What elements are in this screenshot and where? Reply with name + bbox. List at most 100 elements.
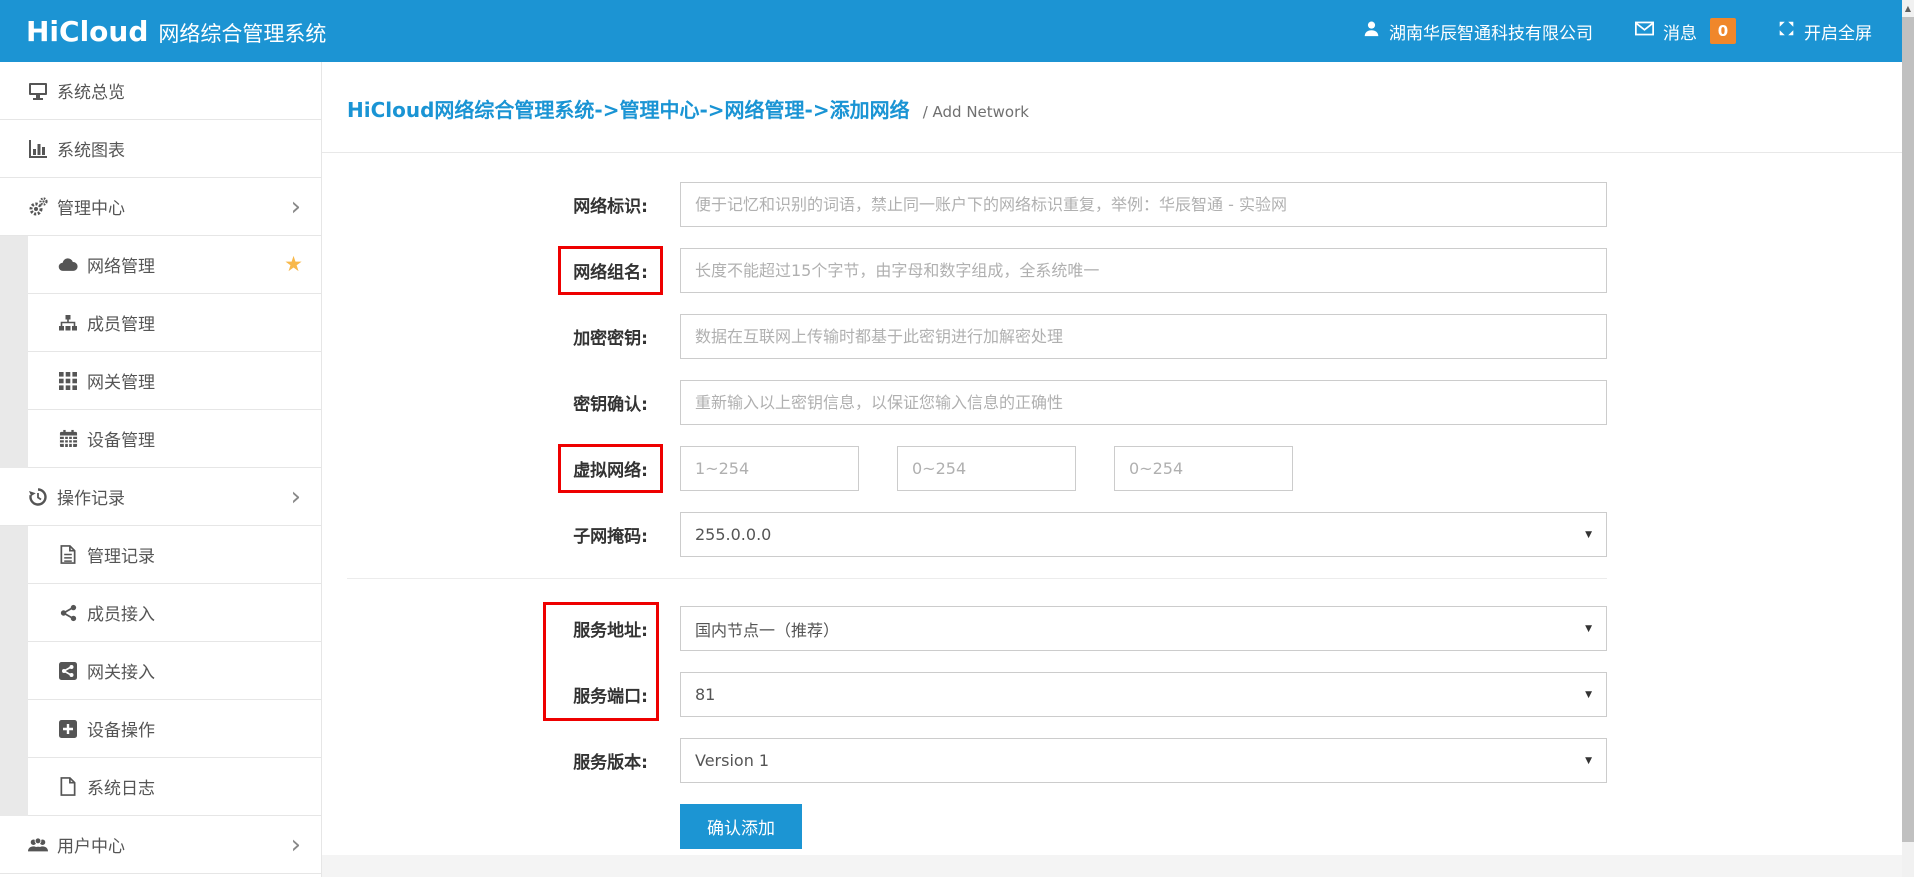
cloud-icon bbox=[58, 255, 78, 275]
share-icon bbox=[58, 603, 78, 623]
chevron-down-icon: ▼ bbox=[1585, 690, 1592, 700]
sidebar-item-label: 网关管理 bbox=[87, 368, 155, 393]
service-port-value: 81 bbox=[695, 685, 715, 704]
app-logo: HiCloud 网络综合管理系统 bbox=[0, 15, 326, 48]
service-port-select[interactable]: 81 ▼ bbox=[680, 672, 1607, 717]
form-row-network-group-name: 网络组名: bbox=[347, 248, 1902, 293]
sidebar-item-member-access[interactable]: 成员接入 bbox=[0, 584, 321, 642]
sidebar-item-label: 网络管理 bbox=[87, 252, 155, 277]
history-icon bbox=[28, 487, 48, 507]
form-row-virtual-network: 虚拟网络: bbox=[347, 446, 1902, 491]
chevron-down-icon: ▼ bbox=[1585, 530, 1592, 540]
encryption-key-label: 加密密钥: bbox=[347, 324, 648, 349]
sidebar-item-system-logs[interactable]: 系统日志 bbox=[0, 758, 321, 816]
sidebar-item-label: 操作记录 bbox=[57, 484, 125, 509]
fullscreen-icon bbox=[1778, 20, 1795, 42]
calendar-icon bbox=[58, 429, 78, 449]
service-address-select[interactable]: 国内节点一（推荐） ▼ bbox=[680, 606, 1607, 651]
sidebar-nav: 系统总览 系统图表 管理中心 › 网络管理 ★ 成员管理 网关管理 bbox=[0, 62, 322, 877]
virtual-network-octet-1-input[interactable] bbox=[680, 446, 859, 491]
sidebar-item-label: 系统图表 bbox=[57, 136, 125, 161]
form-row-network-id: 网络标识: bbox=[347, 182, 1902, 227]
sidebar-item-member-management[interactable]: 成员管理 bbox=[0, 294, 321, 352]
top-header-bar: HiCloud 网络综合管理系统 湖南华辰智通科技有限公司 消息 0 开启全屏 bbox=[0, 0, 1902, 62]
service-address-value: 国内节点一（推荐） bbox=[695, 617, 839, 641]
messages-button[interactable]: 消息 0 bbox=[1635, 18, 1736, 44]
scrollbar[interactable]: ▲ bbox=[1902, 0, 1914, 877]
fullscreen-button[interactable]: 开启全屏 bbox=[1778, 19, 1872, 44]
sidebar-item-management-records[interactable]: 管理记录 bbox=[0, 526, 321, 584]
sidebar-item-label: 系统总览 bbox=[57, 78, 125, 103]
sidebar-item-label: 管理中心 bbox=[57, 194, 125, 219]
encryption-key-input[interactable] bbox=[680, 314, 1607, 359]
service-group: 服务地址: 国内节点一（推荐） ▼ 服务端口: 81 ▼ bbox=[347, 606, 1902, 717]
grid-icon bbox=[58, 371, 78, 391]
fullscreen-label: 开启全屏 bbox=[1804, 19, 1872, 44]
file-icon bbox=[58, 777, 78, 797]
company-name: 湖南华辰智通科技有限公司 bbox=[1389, 19, 1593, 44]
network-id-input[interactable] bbox=[680, 182, 1607, 227]
chevron-down-icon: ▼ bbox=[1585, 756, 1592, 766]
subnet-mask-select[interactable]: 255.0.0.0 ▼ bbox=[680, 512, 1607, 557]
messages-count-badge: 0 bbox=[1710, 18, 1736, 44]
sidebar-item-operation-records[interactable]: 操作记录 › bbox=[0, 468, 321, 526]
bar-chart-icon bbox=[28, 139, 48, 159]
company-account[interactable]: 湖南华辰智通科技有限公司 bbox=[1363, 19, 1593, 44]
highlight-box: 虚拟网络: bbox=[558, 444, 663, 493]
sidebar-item-user-center[interactable]: 用户中心 › bbox=[0, 816, 321, 874]
star-icon: ★ bbox=[284, 254, 303, 275]
sidebar-item-gateway-access[interactable]: 网关接入 bbox=[0, 642, 321, 700]
chevron-right-icon: › bbox=[291, 484, 301, 510]
virtual-network-octet-3-input[interactable] bbox=[1114, 446, 1293, 491]
confirm-add-button[interactable]: 确认添加 bbox=[680, 804, 802, 849]
sidebar-item-label: 设备管理 bbox=[87, 426, 155, 451]
sidebar-item-label: 网关接入 bbox=[87, 658, 155, 683]
mail-icon bbox=[1635, 21, 1654, 41]
virtual-network-octet-2-input[interactable] bbox=[897, 446, 1076, 491]
sidebar-item-label: 成员接入 bbox=[87, 600, 155, 625]
messages-label: 消息 bbox=[1663, 19, 1697, 44]
subnet-mask-label: 子网掩码: bbox=[347, 522, 648, 547]
subnet-mask-value: 255.0.0.0 bbox=[695, 525, 771, 544]
network-group-name-input[interactable] bbox=[680, 248, 1607, 293]
chevron-right-icon: › bbox=[291, 194, 301, 220]
breadcrumb: HiCloud网络综合管理系统->管理中心->网络管理->添加网络 / Add … bbox=[322, 62, 1902, 153]
form-row-service-port: 服务端口: 81 ▼ bbox=[347, 672, 1902, 717]
sidebar-item-system-charts[interactable]: 系统图表 bbox=[0, 120, 321, 178]
form-row-service-address: 服务地址: 国内节点一（推荐） ▼ bbox=[347, 606, 1902, 651]
form-row-encryption-key: 加密密钥: bbox=[347, 314, 1902, 359]
network-id-label: 网络标识: bbox=[347, 192, 648, 217]
sidebar-item-gateway-management[interactable]: 网关管理 bbox=[0, 352, 321, 410]
scrollbar-thumb[interactable] bbox=[1902, 17, 1914, 842]
chevron-down-icon: ▼ bbox=[1585, 624, 1592, 634]
sitemap-icon bbox=[58, 313, 78, 333]
sidebar-item-label: 设备操作 bbox=[87, 716, 155, 741]
virtual-network-label: 虚拟网络: bbox=[573, 461, 648, 481]
brand-suffix: 网络综合管理系统 bbox=[158, 18, 326, 48]
key-confirm-label: 密钥确认: bbox=[347, 390, 648, 415]
form-row-subnet-mask: 子网掩码: 255.0.0.0 ▼ bbox=[347, 512, 1902, 557]
section-divider bbox=[347, 578, 1607, 579]
sidebar-item-label: 成员管理 bbox=[87, 310, 155, 335]
sidebar-item-management-center[interactable]: 管理中心 › bbox=[0, 178, 321, 236]
brand-name: HiCloud bbox=[26, 15, 148, 48]
breadcrumb-path: HiCloud网络综合管理系统->管理中心->网络管理->添加网络 bbox=[347, 98, 910, 122]
user-icon bbox=[1363, 20, 1380, 42]
service-version-label: 服务版本: bbox=[347, 748, 648, 773]
service-version-value: Version 1 bbox=[695, 751, 769, 770]
sidebar-item-system-overview[interactable]: 系统总览 bbox=[0, 62, 321, 120]
network-group-name-label: 网络组名: bbox=[573, 263, 648, 283]
service-address-label: 服务地址: bbox=[347, 616, 648, 641]
breadcrumb-suffix: / Add Network bbox=[923, 103, 1029, 121]
form-row-service-version: 服务版本: Version 1 ▼ bbox=[347, 738, 1902, 783]
sidebar-item-device-management[interactable]: 设备管理 bbox=[0, 410, 321, 468]
service-port-label: 服务端口: bbox=[347, 682, 648, 707]
sidebar-item-device-operation[interactable]: 设备操作 bbox=[0, 700, 321, 758]
add-network-form: 网络标识: 网络组名: 加密密钥: 密钥确认: 虚拟网络: 子网掩码: bbox=[322, 153, 1902, 849]
scroll-up-arrow-icon[interactable]: ▲ bbox=[1902, 0, 1914, 17]
sidebar-item-label: 系统日志 bbox=[87, 774, 155, 799]
service-version-select[interactable]: Version 1 ▼ bbox=[680, 738, 1607, 783]
sidebar-item-network-management[interactable]: 网络管理 ★ bbox=[0, 236, 321, 294]
key-confirm-input[interactable] bbox=[680, 380, 1607, 425]
share-square-icon bbox=[58, 661, 78, 681]
